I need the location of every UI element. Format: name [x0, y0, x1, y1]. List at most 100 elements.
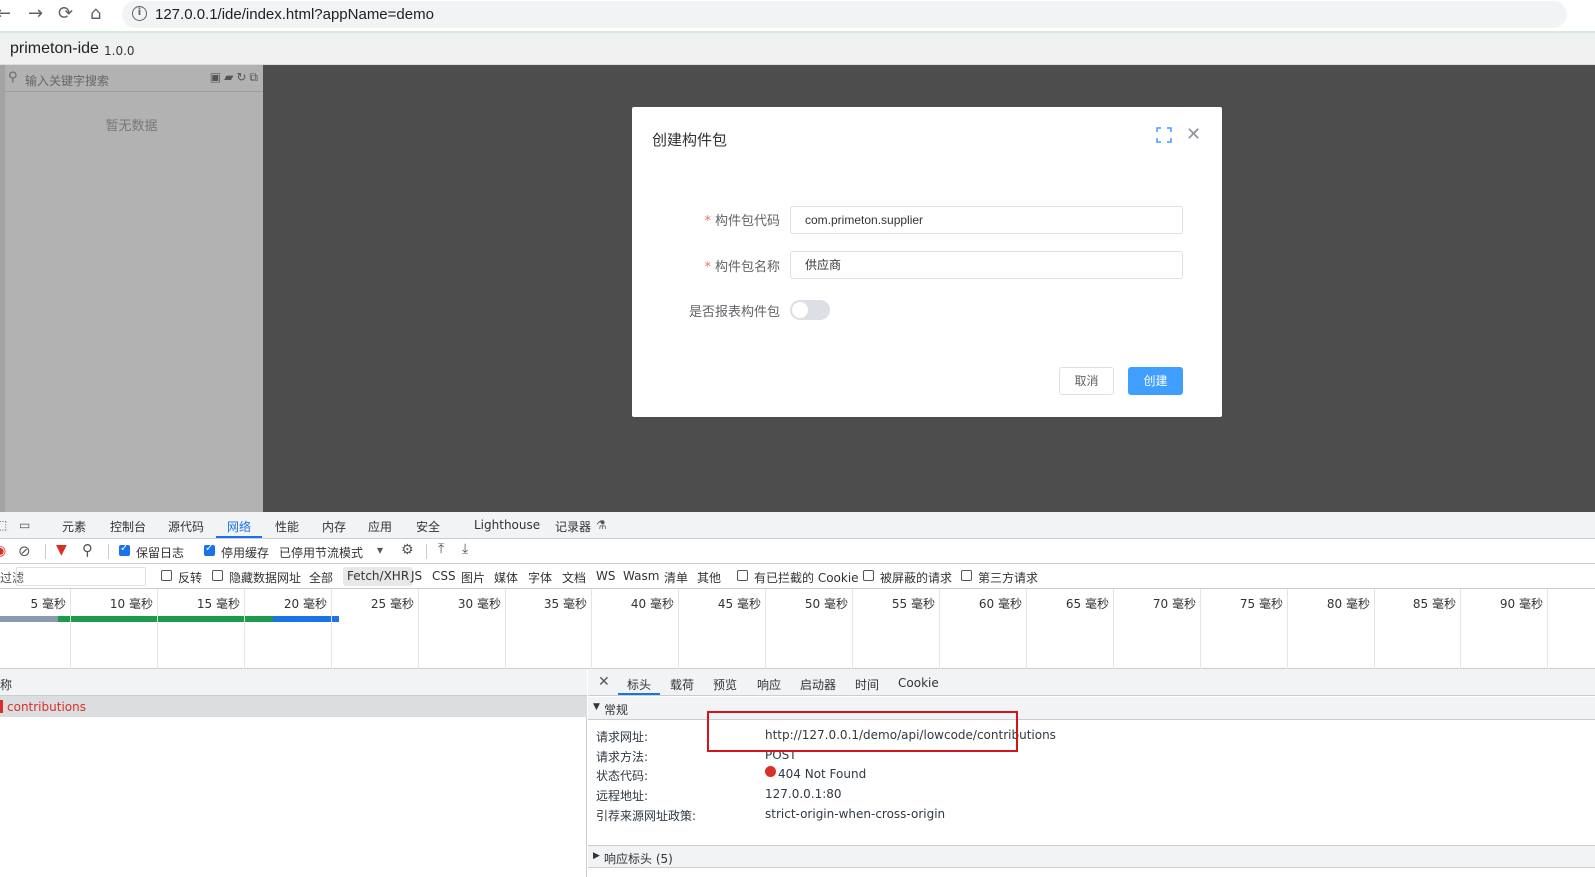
request-name[interactable]: contributions — [7, 700, 86, 714]
import-icon[interactable]: ⤒ — [438, 541, 444, 557]
filter-icon[interactable]: ▼ — [56, 542, 67, 558]
refresh-icon[interactable]: ↻ — [236, 70, 249, 84]
timeline-tick-label: 5 毫秒 — [30, 597, 66, 611]
create-button[interactable]: 创建 — [1128, 367, 1183, 395]
network-filter-bar: 过滤 反转 隐藏数据网址 全部 Fetch/XHR JS CSS 图片 媒体 字… — [0, 564, 1595, 589]
type-filter-wasm[interactable]: Wasm — [623, 569, 659, 583]
blocked-cookies-checkbox[interactable] — [737, 570, 748, 581]
tab-performance[interactable]: 性能 — [275, 518, 299, 535]
sidebar-search[interactable]: ⚲ 输入关键字搜索 ▣▰↻⧉ — [5, 66, 263, 92]
type-filter-manifest[interactable]: 清单 — [664, 569, 688, 586]
export-icon[interactable]: ⤓ — [462, 541, 468, 557]
forward-icon[interactable]: → — [28, 4, 43, 24]
type-filter-ws[interactable]: WS — [596, 569, 615, 583]
blocked-requests-checkbox[interactable] — [863, 570, 874, 581]
disable-cache-checkbox[interactable] — [204, 543, 215, 556]
referrer-policy-key: 引荐来源网址政策: — [596, 809, 697, 823]
timeline-tick-label: 85 毫秒 — [1412, 597, 1456, 611]
close-icon[interactable]: ✕ — [1186, 124, 1201, 145]
tab-network[interactable]: 网络 — [227, 518, 251, 535]
throttle-select[interactable]: 已停用节流模式 — [279, 544, 363, 561]
timeline-tick-label: 70 毫秒 — [1152, 597, 1196, 611]
status-error-dot — [765, 766, 776, 777]
record-icon[interactable]: ◉ — [0, 543, 6, 559]
home-icon[interactable]: ⌂ — [90, 4, 101, 24]
address-bar[interactable]: i 127.0.0.1/ide/index.html?appName=demo — [122, 1, 1567, 28]
new-folder-icon[interactable]: ▰ — [224, 70, 236, 84]
tab-timing[interactable]: 时间 — [855, 676, 879, 693]
tab-lighthouse[interactable]: Lighthouse — [474, 518, 540, 532]
timeline-gridline — [1460, 589, 1461, 669]
table-row[interactable]: contributions — [0, 696, 587, 717]
fullscreen-icon[interactable] — [1156, 127, 1172, 143]
tab-response[interactable]: 响应 — [757, 676, 781, 693]
type-filter-other[interactable]: 其他 — [697, 569, 721, 586]
request-status-marker — [0, 700, 3, 713]
tab-elements[interactable]: 元素 — [62, 518, 86, 535]
app-name: primeton-ide — [10, 40, 99, 57]
back-icon[interactable]: ← — [0, 4, 11, 24]
timeline-gridline — [1547, 589, 1548, 669]
tab-initiator[interactable]: 启动器 — [800, 676, 836, 693]
clear-icon[interactable]: ⊘ — [18, 542, 31, 560]
timeline-gridline — [939, 589, 940, 669]
chevron-down-icon[interactable]: ▾ — [377, 543, 383, 557]
tab-sources[interactable]: 源代码 — [168, 518, 204, 535]
browser-toolbar: ← → ⟳ ⌂ i 127.0.0.1/ide/index.html?appNa… — [0, 0, 1595, 32]
package-name-input[interactable]: 供应商 — [790, 251, 1183, 279]
type-filter-fetch-xhr[interactable]: Fetch/XHR — [343, 567, 414, 586]
tab-preview[interactable]: 预览 — [713, 676, 737, 693]
report-package-switch[interactable] — [790, 300, 830, 320]
search-placeholder: 输入关键字搜索 — [25, 74, 110, 88]
network-overview[interactable]: 5 毫秒 10 毫秒 15 毫秒 20 毫秒 25 毫秒 30 毫秒 35 毫秒 40 毫秒 4… — [0, 589, 1595, 669]
type-filter-css[interactable]: CSS — [432, 569, 456, 583]
timeline-gridline — [678, 589, 679, 669]
package-name-label-text: 构件包名称 — [714, 260, 780, 275]
cancel-button[interactable]: 取消 — [1059, 367, 1114, 395]
waterfall-queue-bar — [0, 616, 58, 622]
timeline-tick-label: 10 毫秒 — [109, 597, 153, 611]
type-filter-img[interactable]: 图片 — [461, 569, 485, 586]
name-column-header[interactable]: 称 — [0, 676, 12, 693]
tab-headers[interactable]: 标头 — [627, 676, 651, 693]
required-mark: * — [704, 214, 711, 229]
type-filter-doc[interactable]: 文档 — [562, 569, 586, 586]
timeline-gridline — [244, 589, 245, 669]
search-icon[interactable]: ⚲ — [82, 541, 93, 559]
package-code-input[interactable]: com.primeton.supplier — [790, 206, 1183, 234]
collapse-icon[interactable]: ⧉ — [249, 70, 261, 84]
preserve-log-checkbox[interactable] — [119, 543, 130, 556]
required-mark: * — [704, 260, 711, 275]
timeline-tick-label: 65 毫秒 — [1065, 597, 1109, 611]
info-icon[interactable]: i — [132, 6, 147, 21]
new-file-icon[interactable]: ▣ — [210, 70, 224, 84]
blocked-requests-label: 被屏蔽的请求 — [880, 571, 953, 585]
reload-icon[interactable]: ⟳ — [58, 4, 73, 24]
device-toggle-icon[interactable]: ▭ — [19, 518, 30, 532]
type-filter-font[interactable]: 字体 — [528, 569, 552, 586]
detail-tabs: ✕ 标头 载荷 预览 响应 启动器 时间 Cookie — [588, 669, 1595, 696]
type-filter-js[interactable]: JS — [411, 569, 422, 583]
timeline-gridline — [505, 589, 506, 669]
type-filter-media[interactable]: 媒体 — [494, 569, 518, 586]
filter-input[interactable] — [16, 567, 146, 586]
tab-application[interactable]: 应用 — [368, 518, 392, 535]
timeline-tick-label: 25 毫秒 — [370, 597, 414, 611]
tab-console[interactable]: 控制台 — [110, 518, 146, 535]
close-icon[interactable]: ✕ — [598, 674, 610, 690]
waterfall-download-bar — [273, 616, 339, 622]
tab-cookies[interactable]: Cookie — [898, 676, 939, 690]
inspect-icon[interactable]: ⬚ — [0, 518, 7, 532]
network-conditions-icon[interactable]: ⚙ — [401, 542, 414, 558]
sidebar: ⚲ 输入关键字搜索 ▣▰↻⧉ 暂无数据 — [0, 65, 263, 512]
tab-memory[interactable]: 内存 — [322, 518, 346, 535]
response-headers-section-header[interactable]: ▶ 响应标头 (5) — [588, 845, 1595, 868]
tab-recorder[interactable]: 记录器 — [555, 518, 591, 535]
timeline-gridline — [1374, 589, 1375, 669]
third-party-checkbox[interactable] — [961, 570, 972, 581]
type-filter-all[interactable]: 全部 — [309, 569, 333, 586]
tab-security[interactable]: 安全 — [416, 518, 440, 535]
tab-payload[interactable]: 载荷 — [670, 676, 694, 693]
hide-data-urls-checkbox[interactable] — [212, 570, 223, 581]
invert-checkbox[interactable] — [161, 570, 172, 581]
